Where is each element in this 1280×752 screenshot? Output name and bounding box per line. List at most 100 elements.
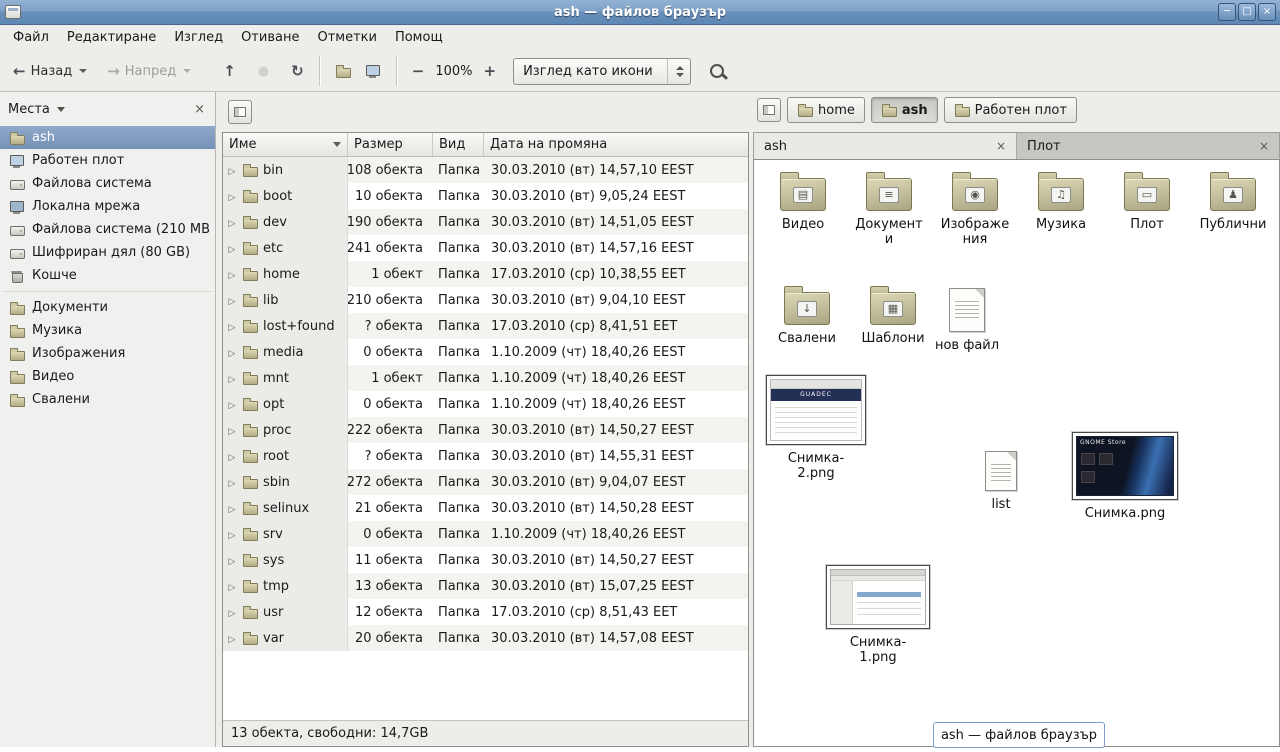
taskbar-window-button[interactable]: ash — файлов браузър	[933, 722, 1105, 748]
file-snimka[interactable]: GNOME Store Снимка.png	[1072, 432, 1178, 522]
expander-icon[interactable]	[227, 605, 237, 620]
expander-icon[interactable]	[227, 371, 237, 386]
sidebar-item[interactable]: Видео	[0, 365, 215, 388]
pane-toggle-button[interactable]	[757, 98, 781, 122]
search-button[interactable]	[703, 55, 731, 88]
expander-icon[interactable]	[227, 345, 237, 360]
maximize-button[interactable]: □	[1238, 3, 1256, 21]
expander-icon[interactable]	[227, 189, 237, 204]
stop-button[interactable]	[251, 55, 276, 88]
table-row[interactable]: dev 190 обекта Папка 30.03.2010 (вт) 14,…	[223, 209, 748, 235]
chevron-down-icon[interactable]	[57, 107, 65, 116]
tab-plot[interactable]: Плот ×	[1017, 133, 1279, 159]
sidebar-item[interactable]: Шифриран дял (80 GB)	[0, 241, 215, 264]
menu-item[interactable]: Помощ	[386, 25, 452, 51]
pathbar-desktop-button[interactable]: Работен плот	[944, 97, 1077, 123]
table-row[interactable]: var 20 обекта Папка 30.03.2010 (вт) 14,5…	[223, 625, 748, 651]
menu-item[interactable]: Файл	[4, 25, 58, 51]
table-row[interactable]: usr 12 обекта Папка 17.03.2010 (ср) 8,51…	[223, 599, 748, 625]
table-row[interactable]: srv 0 обекта Папка 1.10.2009 (чт) 18,40,…	[223, 521, 748, 547]
folder-item[interactable]: ▦ Шаблони	[850, 282, 936, 347]
menu-item[interactable]: Изглед	[165, 25, 232, 51]
zoom-out-button[interactable]	[405, 55, 432, 88]
minimize-button[interactable]: ─	[1218, 3, 1236, 21]
expander-icon[interactable]	[227, 423, 237, 438]
sidebar-item[interactable]: Кошче	[0, 264, 215, 287]
sidebar-item[interactable]: Локална мрежа	[0, 195, 215, 218]
column-header-type[interactable]: Вид	[433, 133, 484, 156]
menu-item[interactable]: Отметки	[308, 25, 385, 51]
table-row[interactable]: etc 241 обекта Папка 30.03.2010 (вт) 14,…	[223, 235, 748, 261]
folder-item[interactable]: ↓ Свалени	[764, 282, 850, 347]
table-row[interactable]: boot 10 обекта Папка 30.03.2010 (вт) 9,0…	[223, 183, 748, 209]
sidebar-item[interactable]: Музика	[0, 319, 215, 342]
folder-item[interactable]: ≡ Документи	[846, 168, 932, 248]
expander-icon[interactable]	[227, 241, 237, 256]
up-button[interactable]	[216, 55, 243, 88]
folder-item[interactable]: ♟ Публични	[1190, 168, 1276, 248]
table-row[interactable]: lib 210 обекта Папка 30.03.2010 (вт) 9,0…	[223, 287, 748, 313]
file-list[interactable]: list	[959, 445, 1043, 513]
menu-item[interactable]: Отиване	[232, 25, 308, 51]
expander-icon[interactable]	[227, 267, 237, 282]
expander-icon[interactable]	[227, 293, 237, 308]
close-button[interactable]: ×	[1258, 3, 1276, 21]
sidebar-close-icon[interactable]: ×	[194, 102, 205, 117]
tab-close-icon[interactable]: ×	[996, 139, 1006, 153]
titlebar[interactable]: ash — файлов браузър ─ □ ×	[0, 0, 1280, 25]
sidebar-title[interactable]: Места	[8, 102, 50, 117]
computer-button[interactable]	[358, 55, 388, 88]
table-row[interactable]: selinux 21 обекта Папка 30.03.2010 (вт) …	[223, 495, 748, 521]
table-row[interactable]: opt 0 обекта Папка 1.10.2009 (чт) 18,40,…	[223, 391, 748, 417]
column-header-size[interactable]: Размер	[348, 133, 433, 156]
tab-close-icon[interactable]: ×	[1259, 139, 1269, 153]
expander-icon[interactable]	[227, 631, 237, 646]
expander-icon[interactable]	[227, 579, 237, 594]
sidebar-item[interactable]: ash	[0, 126, 215, 149]
table-row[interactable]: sbin 272 обекта Папка 30.03.2010 (вт) 9,…	[223, 469, 748, 495]
back-dropdown-icon[interactable]	[79, 69, 87, 73]
file-snimka-2[interactable]: GUADEC Снимка-2.png	[766, 375, 866, 482]
menu-item[interactable]: Редактиране	[58, 25, 165, 51]
expander-icon[interactable]	[227, 163, 237, 178]
forward-button[interactable]: Напред	[100, 55, 198, 88]
sidebar-item[interactable]: Файлова система	[0, 172, 215, 195]
sidebar-item[interactable]: Работен плот	[0, 149, 215, 172]
back-button[interactable]: Назад	[6, 55, 94, 88]
sidebar-item[interactable]: Свалени	[0, 388, 215, 411]
column-header-modified[interactable]: Дата на промяна	[484, 133, 748, 156]
table-row[interactable]: sys 11 обекта Папка 30.03.2010 (вт) 14,5…	[223, 547, 748, 573]
table-row[interactable]: home 1 обект Папка 17.03.2010 (ср) 10,38…	[223, 261, 748, 287]
reload-button[interactable]	[284, 55, 311, 88]
folder-item[interactable]: ◉ Изображения	[932, 168, 1018, 248]
expander-icon[interactable]	[227, 319, 237, 334]
expander-icon[interactable]	[227, 475, 237, 490]
home-button[interactable]	[328, 55, 358, 88]
table-row[interactable]: media 0 обекта Папка 1.10.2009 (чт) 18,4…	[223, 339, 748, 365]
expander-icon[interactable]	[227, 527, 237, 542]
sidebar-item[interactable]: Документи	[0, 296, 215, 319]
expander-icon[interactable]	[227, 501, 237, 516]
expander-icon[interactable]	[227, 397, 237, 412]
sidebar-item[interactable]: Файлова система (210 MB)	[0, 218, 215, 241]
folder-item[interactable]: ▭ Плот	[1104, 168, 1190, 248]
view-mode-select[interactable]: Изглед като икони	[513, 58, 691, 85]
pane-toggle-button[interactable]	[228, 100, 252, 124]
pathbar-current-button[interactable]: ash	[871, 97, 938, 123]
table-row[interactable]: tmp 13 обекта Папка 30.03.2010 (вт) 15,0…	[223, 573, 748, 599]
expander-icon[interactable]	[227, 449, 237, 464]
table-row[interactable]: lost+found ? обекта Папка 17.03.2010 (ср…	[223, 313, 748, 339]
column-header-name[interactable]: Име	[223, 133, 348, 156]
tab-ash[interactable]: ash ×	[754, 133, 1017, 159]
table-row[interactable]: mnt 1 обект Папка 1.10.2009 (чт) 18,40,2…	[223, 365, 748, 391]
folder-item[interactable]: ♫ Музика	[1018, 168, 1104, 248]
file-snimka-1[interactable]: Снимка-1.png	[826, 565, 930, 666]
table-row[interactable]: proc 222 обекта Папка 30.03.2010 (вт) 14…	[223, 417, 748, 443]
zoom-in-button[interactable]	[477, 55, 504, 88]
table-row[interactable]: bin 108 обекта Папка 30.03.2010 (вт) 14,…	[223, 157, 748, 183]
folder-item[interactable]: ▤ Видео	[760, 168, 846, 248]
file-new-file[interactable]: нов файл	[925, 282, 1009, 354]
pathbar-home-button[interactable]: home	[787, 97, 865, 123]
expander-icon[interactable]	[227, 553, 237, 568]
expander-icon[interactable]	[227, 215, 237, 230]
